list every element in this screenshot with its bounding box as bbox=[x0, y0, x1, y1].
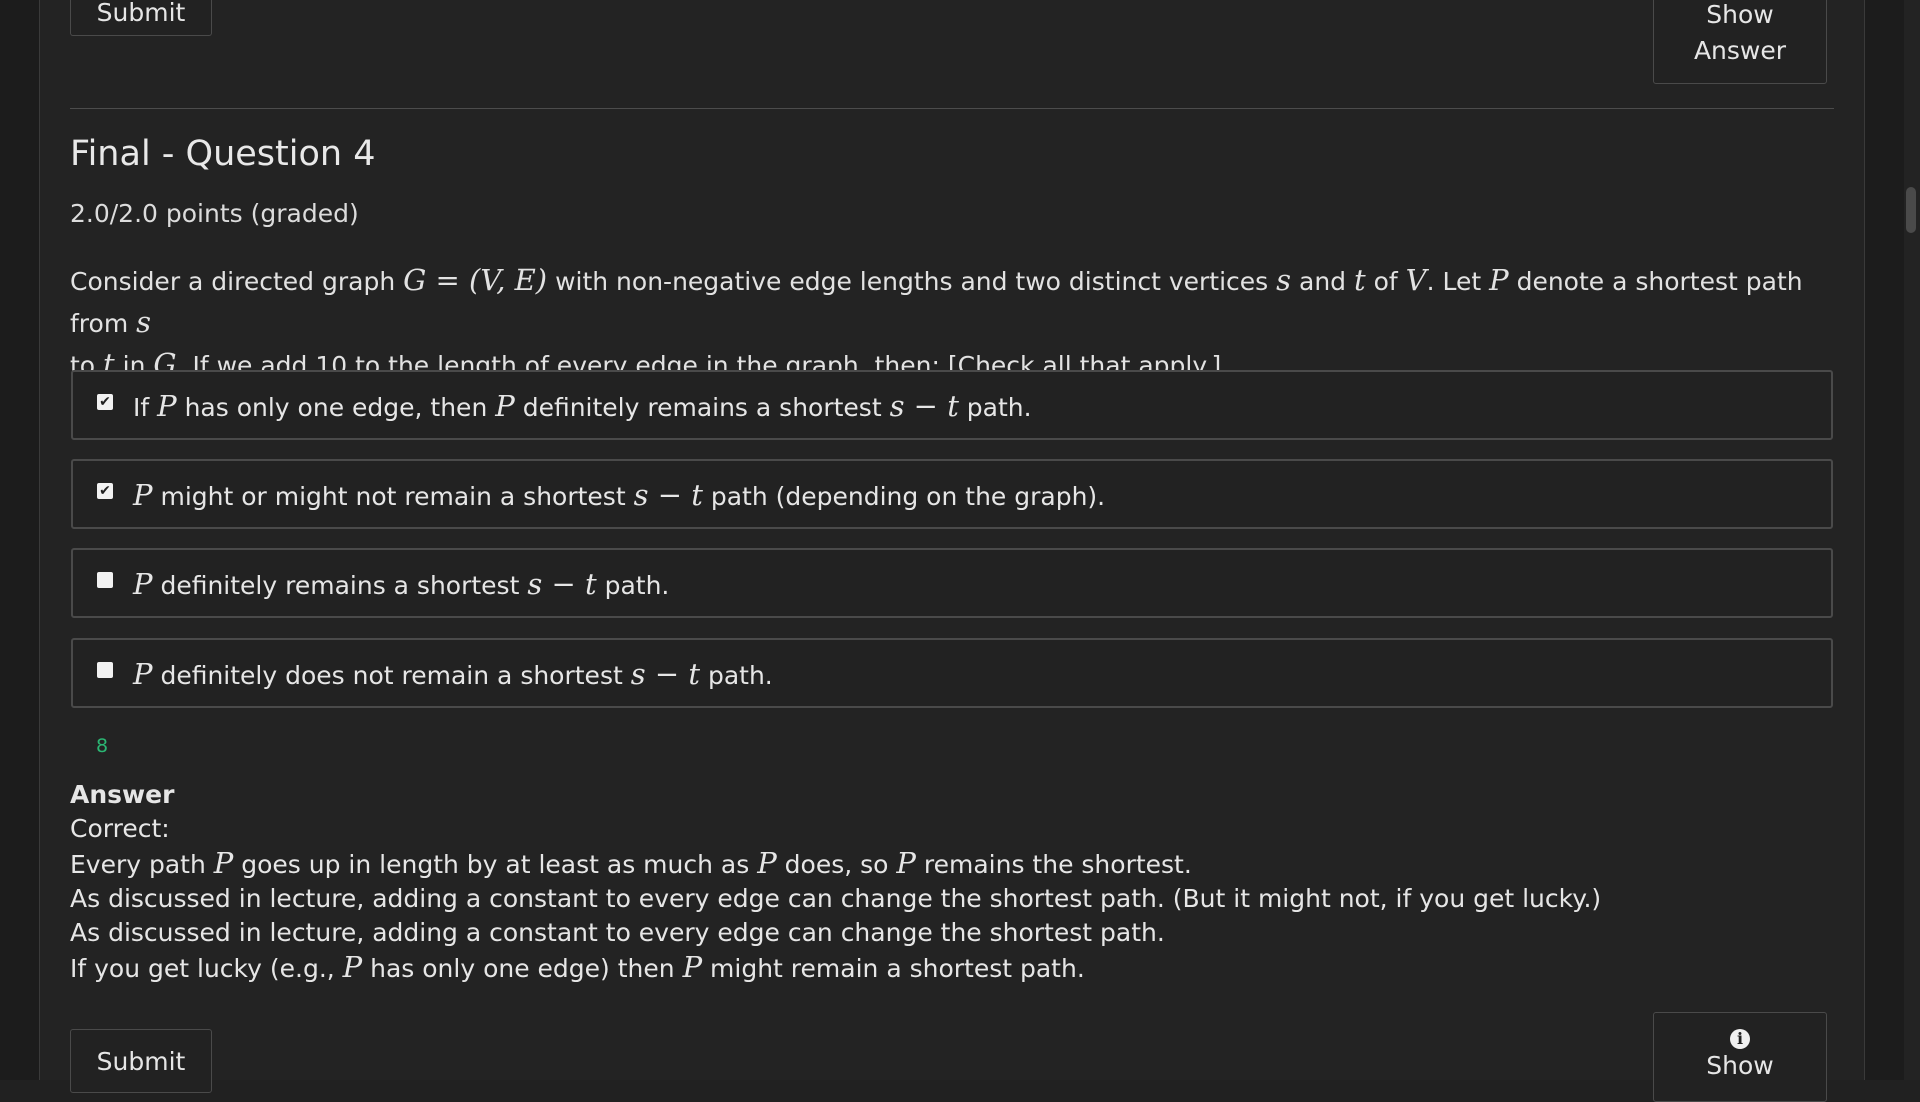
math-V: V bbox=[1405, 263, 1427, 297]
show-answer-label-line1: Show bbox=[1706, 0, 1774, 29]
submit-button-top[interactable]: Submit bbox=[70, 0, 212, 36]
math-s: s bbox=[1276, 263, 1292, 297]
choice-2[interactable]: ✔ P might or might not remain a shortest… bbox=[71, 459, 1833, 529]
feedback-number: 8 bbox=[96, 735, 109, 757]
math-P: P bbox=[1489, 263, 1509, 297]
answer-title: Answer bbox=[70, 780, 175, 809]
checkbox-checked-icon[interactable]: ✔ bbox=[97, 394, 113, 410]
section-divider bbox=[70, 108, 1834, 109]
checkbox-checked-icon[interactable]: ✔ bbox=[97, 483, 113, 499]
checkbox-unchecked-icon[interactable] bbox=[97, 662, 113, 678]
show-answer-label: Show bbox=[1706, 1051, 1774, 1080]
answer-explanation: Answer Correct: Every path P goes up in … bbox=[70, 778, 1840, 986]
show-answer-label-line2: Answer bbox=[1693, 36, 1787, 65]
choice-3[interactable]: P definitely remains a shortest s − t pa… bbox=[71, 548, 1833, 618]
submit-button-bottom[interactable]: Submit bbox=[70, 1029, 212, 1093]
choice-4-label: P definitely does not remain a shortest … bbox=[133, 657, 773, 691]
choice-4[interactable]: P definitely does not remain a shortest … bbox=[71, 638, 1833, 708]
answer-line-2: As discussed in lecture, adding a consta… bbox=[70, 884, 1602, 913]
question-prompt: Consider a directed graph G = (V, E) wit… bbox=[70, 263, 1803, 381]
info-icon: i bbox=[1730, 1029, 1750, 1049]
scrollbar[interactable] bbox=[1904, 0, 1920, 1080]
problem-content: Submit Show Answer Final - Question 4 2.… bbox=[40, 0, 1864, 1102]
choice-1[interactable]: ✔ If P has only one edge, then P definit… bbox=[71, 370, 1833, 440]
choice-3-label: P definitely remains a shortest s − t pa… bbox=[133, 567, 670, 601]
math-graph: G = (V, E) bbox=[403, 263, 548, 297]
math-t: t bbox=[1353, 263, 1366, 297]
choice-1-label: If P has only one edge, then P definitel… bbox=[133, 389, 1032, 423]
answer-correct-label: Correct: bbox=[70, 814, 170, 843]
show-answer-button-bottom[interactable]: i Show bbox=[1653, 1012, 1827, 1102]
choice-2-label: P might or might not remain a shortest s… bbox=[133, 478, 1106, 512]
left-page-margin bbox=[0, 0, 40, 1080]
answer-line-4: If you get lucky (e.g., P has only one e… bbox=[70, 950, 1085, 984]
right-page-margin bbox=[1864, 0, 1905, 1080]
question-points: 2.0/2.0 points (graded) bbox=[70, 199, 359, 228]
question-title: Final - Question 4 bbox=[70, 134, 376, 174]
checkbox-unchecked-icon[interactable] bbox=[97, 572, 113, 588]
scrollbar-thumb[interactable] bbox=[1906, 187, 1916, 233]
show-answer-button-top[interactable]: Show Answer bbox=[1653, 0, 1827, 84]
math-s: s bbox=[136, 305, 152, 339]
answer-line-1: Every path P goes up in length by at lea… bbox=[70, 846, 1192, 880]
answer-line-3: As discussed in lecture, adding a consta… bbox=[70, 918, 1165, 947]
